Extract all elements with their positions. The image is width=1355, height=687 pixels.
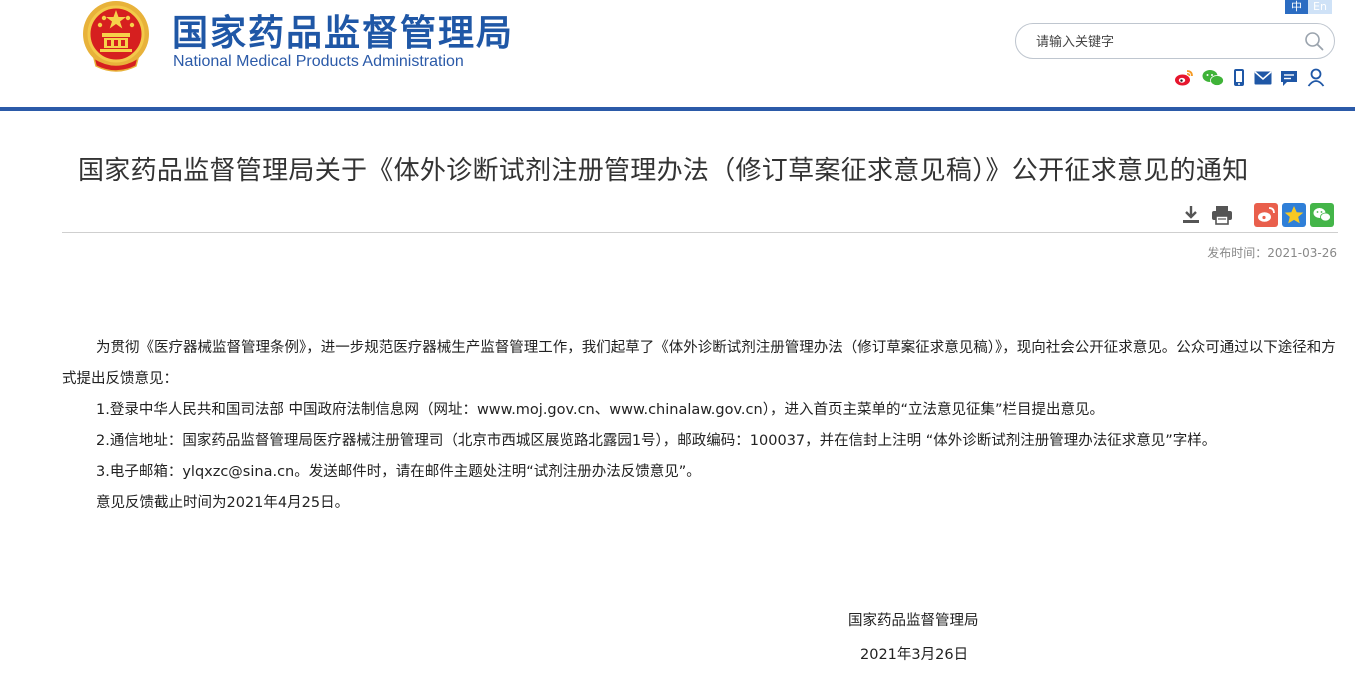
signature-org: 国家药品监督管理局 [848, 613, 979, 629]
article-body: 为贯彻《医疗器械监督管理条例》，进一步规范医疗器械生产监督管理工作，我们起草了《… [62, 333, 1342, 519]
weibo-share-icon[interactable] [1254, 203, 1278, 227]
message-icon[interactable] [1280, 70, 1298, 87]
article-title: 国家药品监督管理局关于《体外诊断试剂注册管理办法（修订草案征求意见稿）》公开征求… [78, 156, 1249, 186]
publish-label: 发布时间： [1207, 246, 1268, 260]
national-emblem-logo[interactable] [80, 0, 152, 72]
lang-zh-button[interactable]: 中 [1285, 0, 1308, 14]
paragraph-deadline: 意见反馈截止时间为2021年4月25日。 [96, 495, 350, 511]
site-title-en[interactable]: National Medical Products Administration [173, 53, 464, 71]
mobile-icon[interactable] [1233, 68, 1245, 88]
paragraph-intro: 为贯彻《医疗器械监督管理条例》，进一步规范医疗器械生产监督管理工作，我们起草了《… [62, 340, 1336, 387]
title-divider [62, 232, 1338, 233]
header-divider [0, 107, 1355, 111]
favorite-icon[interactable] [1282, 203, 1306, 227]
search-box [1015, 23, 1335, 59]
search-input[interactable] [1034, 32, 1298, 52]
site-title-cn[interactable]: 国家药品监督管理局 [172, 4, 514, 56]
paragraph-item-2: 2.通信地址：国家药品监督管理局医疗器械注册管理司（北京市西城区展览路北露园1号… [96, 433, 1217, 449]
search-icon[interactable] [1304, 31, 1324, 51]
publish-time: 发布时间：2021-03-26 [1207, 244, 1337, 261]
mail-icon[interactable] [1254, 71, 1272, 85]
site-header: 国家药品监督管理局 National Medical Products Admi… [0, 0, 1355, 108]
wechat-share-icon[interactable] [1310, 203, 1334, 227]
paragraph-item-3: 3.电子邮箱：ylqxzc@sina.cn。发送邮件时，请在邮件主题处注明“试剂… [96, 464, 701, 480]
download-icon[interactable] [1182, 205, 1200, 225]
lang-en-button[interactable]: En [1308, 0, 1332, 14]
wechat-icon[interactable] [1202, 69, 1224, 87]
publish-date: 2021-03-26 [1267, 246, 1337, 260]
user-icon[interactable] [1307, 68, 1325, 87]
weibo-icon[interactable] [1174, 69, 1194, 87]
paragraph-item-1: 1.登录中华人民共和国司法部 中国政府法制信息网（网址：www.moj.gov.… [96, 402, 1104, 418]
signature-date: 2021年3月26日 [860, 647, 969, 663]
print-icon[interactable] [1211, 205, 1233, 225]
